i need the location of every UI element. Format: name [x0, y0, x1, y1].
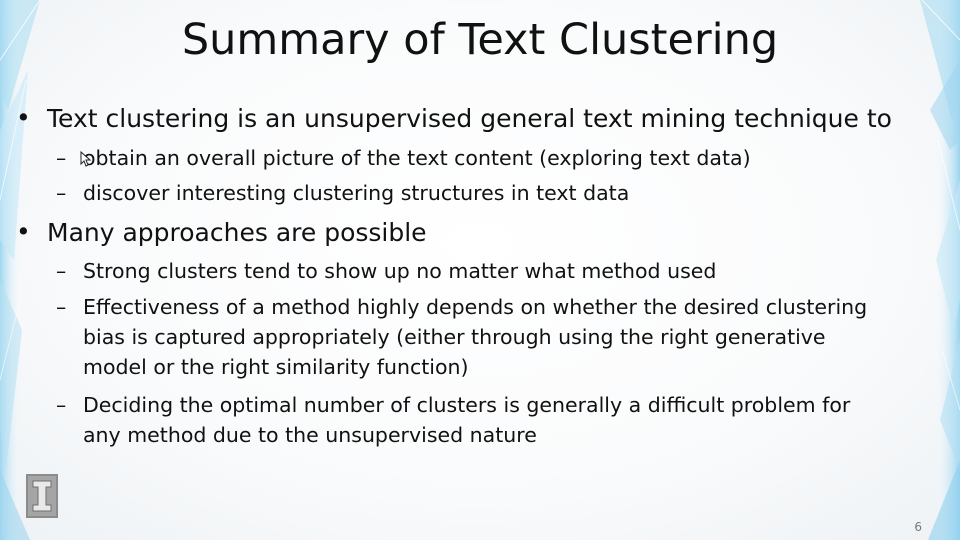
sub-bullet-text: discover interesting clustering structur…	[83, 181, 630, 205]
slide-body: • Text clustering is an unsupervised gen…	[0, 0, 960, 540]
bullet-text: Many approaches are possible	[47, 218, 427, 247]
bullet-dot: •	[16, 217, 31, 246]
sub-bullet-dash: –	[56, 181, 67, 205]
sub-bullet-dash: –	[56, 146, 67, 170]
mouse-pointer-icon	[80, 151, 92, 167]
sub-bullet-text: obtain an overall picture of the text co…	[83, 146, 751, 170]
sub-bullet-text: model or the right similarity function)	[83, 355, 469, 379]
sub-bullet-dash: –	[56, 393, 67, 417]
slide: Summary of Text Clustering • Text cluste…	[0, 0, 960, 540]
bullet-dot: •	[16, 103, 31, 132]
sub-bullet-text: Deciding the optimal number of clusters …	[83, 393, 851, 417]
university-block-i-logo	[26, 474, 58, 518]
bullet-text: Text clustering is an unsupervised gener…	[47, 104, 892, 133]
sub-bullet-dash: –	[56, 295, 67, 319]
sub-bullet-text: Effectiveness of a method highly depends…	[83, 295, 868, 319]
sub-bullet-text: any method due to the unsupervised natur…	[83, 423, 537, 447]
sub-bullet-text: Strong clusters tend to show up no matte…	[83, 259, 717, 283]
page-number: 6	[914, 520, 922, 534]
sub-bullet-text: bias is captured appropriately (either t…	[83, 325, 826, 349]
sub-bullet-dash: –	[56, 259, 67, 283]
